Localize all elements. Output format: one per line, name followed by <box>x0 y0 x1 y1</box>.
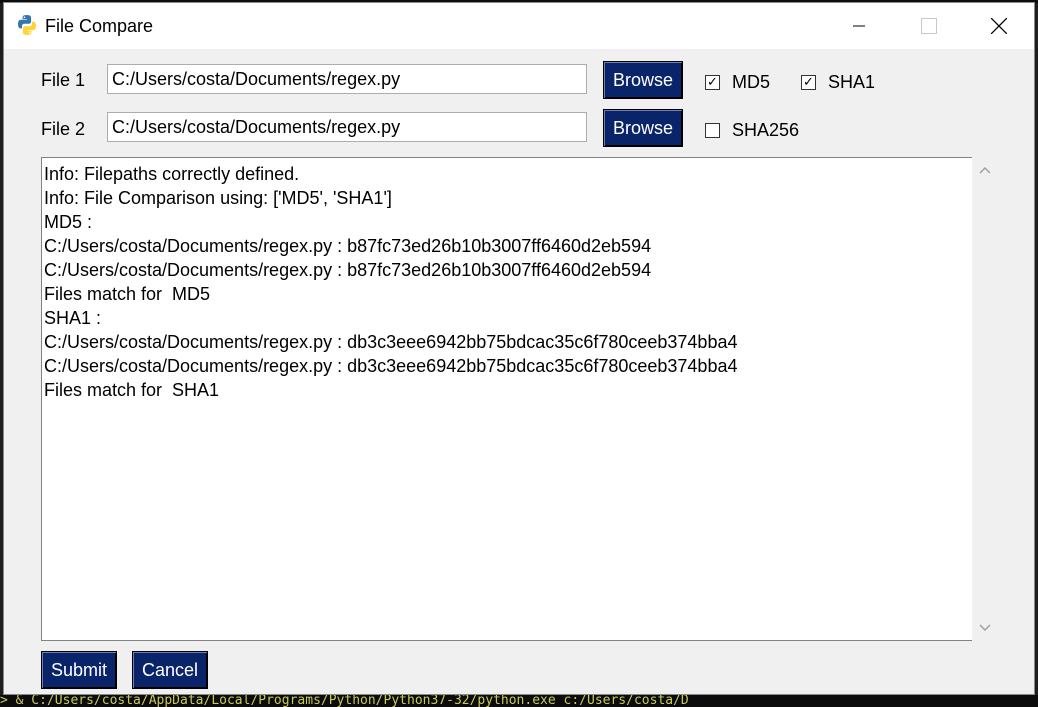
file2-label: File 2 <box>41 119 86 139</box>
output-line: Files match for SHA1 <box>44 380 220 400</box>
sha1-label: SHA1 <box>828 72 876 92</box>
cancel-button[interactable]: Cancel <box>132 651 208 689</box>
scroll-down-button[interactable] <box>972 615 998 641</box>
output-line: C:/Users/costa/Documents/regex.py : b87f… <box>44 236 652 256</box>
minimize-icon <box>853 25 865 27</box>
output-line: C:/Users/costa/Documents/regex.py : db3c… <box>44 332 738 352</box>
file2-browse-button[interactable]: Browse <box>603 109 683 147</box>
maximize-icon <box>921 18 937 34</box>
close-icon <box>991 18 1007 34</box>
md5-label: MD5 <box>732 72 771 92</box>
output-line: Info: File Comparison using: ['MD5', 'SH… <box>44 188 392 208</box>
file1-path-input[interactable] <box>107 64 587 94</box>
output-line: Info: Filepaths correctly defined. <box>44 164 300 184</box>
output-line: MD5 : <box>44 212 93 232</box>
md5-option[interactable]: ✓ MD5 <box>705 72 770 93</box>
md5-checkbox[interactable]: ✓ <box>705 75 720 90</box>
sha256-option[interactable]: SHA256 <box>705 120 799 141</box>
chevron-up-icon <box>979 166 991 174</box>
sha1-option[interactable]: ✓ SHA1 <box>801 72 875 93</box>
file1-label: File 1 <box>41 70 86 90</box>
terminal-text: > & C:/Users/costa/AppData/Local/Program… <box>0 695 689 707</box>
scroll-up-button[interactable] <box>972 157 998 183</box>
output-line: Files match for MD5 <box>44 284 211 304</box>
chevron-down-icon <box>979 624 991 632</box>
file1-browse-button[interactable]: Browse <box>603 61 683 99</box>
window-title: File Compare <box>45 16 154 36</box>
minimize-button[interactable] <box>824 3 894 49</box>
python-icon <box>15 13 39 37</box>
maximize-button[interactable] <box>894 3 964 49</box>
file2-path-input[interactable] <box>107 112 587 142</box>
sha256-label: SHA256 <box>732 120 800 140</box>
output-text-area[interactable]: Info: Filepaths correctly defined. Info:… <box>41 157 972 641</box>
sha256-checkbox[interactable] <box>705 123 720 138</box>
sha1-checkbox[interactable]: ✓ <box>801 75 816 90</box>
background-terminal: > & C:/Users/costa/AppData/Local/Program… <box>0 695 1038 707</box>
submit-button[interactable]: Submit <box>41 651 117 689</box>
title-bar[interactable]: File Compare <box>4 3 1034 49</box>
output-line: C:/Users/costa/Documents/regex.py : b87f… <box>44 260 652 280</box>
output-line: SHA1 : <box>44 308 102 328</box>
output-line: C:/Users/costa/Documents/regex.py : db3c… <box>44 356 738 376</box>
output-scrollbar[interactable] <box>972 157 998 641</box>
close-button[interactable] <box>964 3 1034 49</box>
file-compare-window: File Compare File 1 Browse ✓ MD5 ✓ SHA1 … <box>3 2 1035 695</box>
